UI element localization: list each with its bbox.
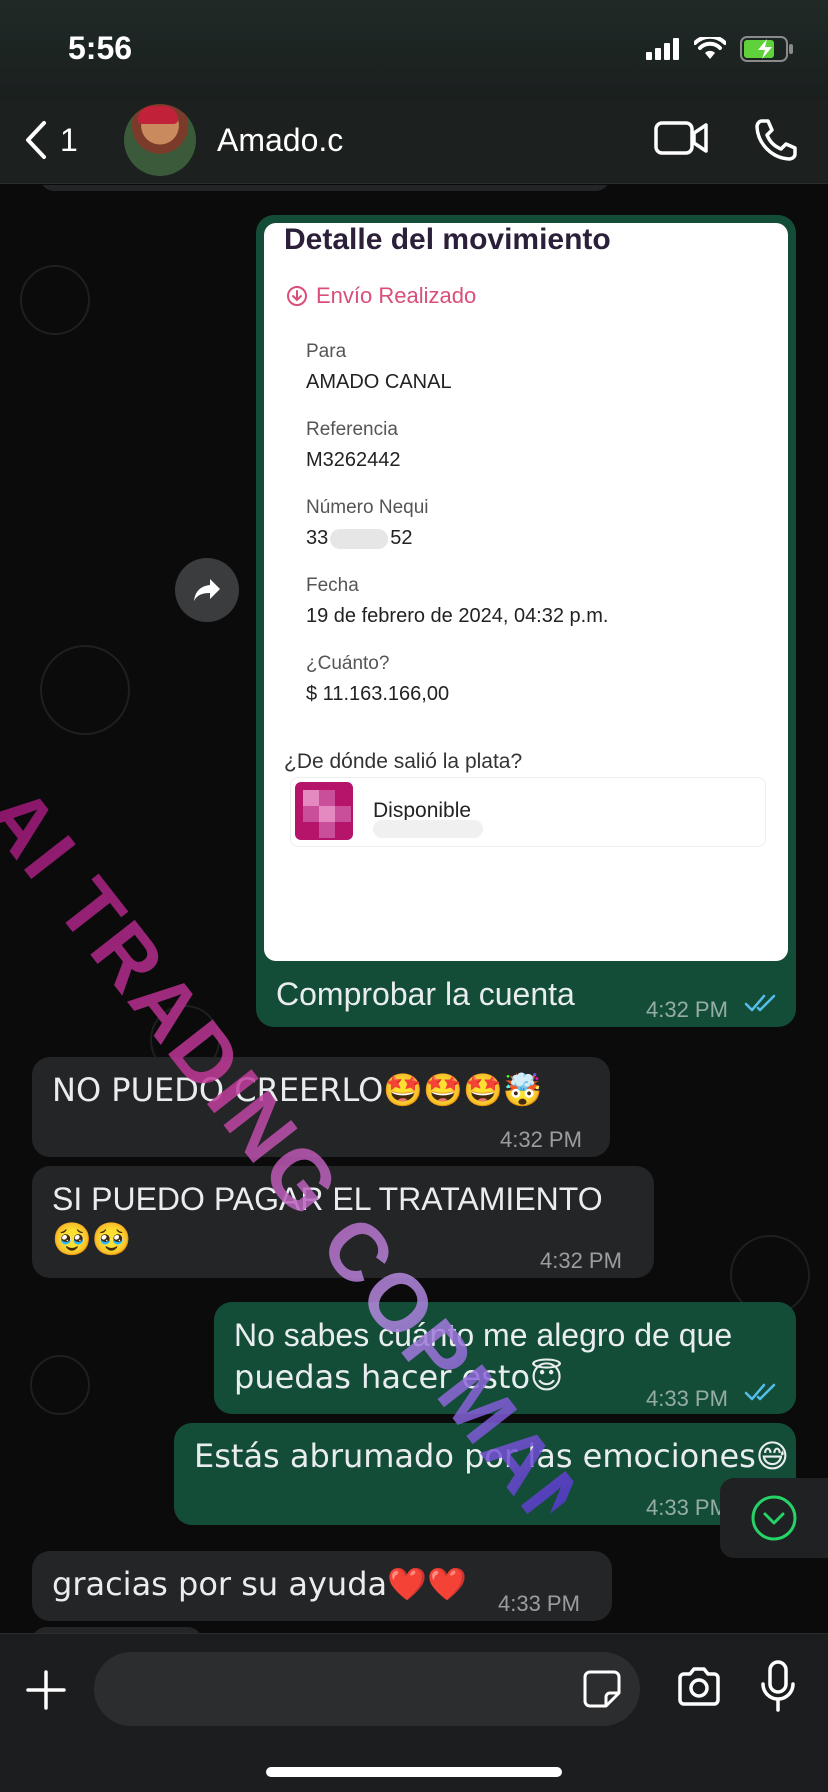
camera-icon[interactable] <box>676 1666 722 1708</box>
scroll-to-bottom-button[interactable] <box>720 1478 828 1558</box>
message-text-line2: puedas hacer esto😇 <box>234 1358 564 1396</box>
forward-icon <box>194 579 220 601</box>
incoming-message[interactable]: NO PUEDO CREERLO🤩🤩🤩🤯 4:32 PM <box>32 1057 610 1157</box>
chevron-down-circle-icon <box>751 1495 797 1541</box>
receipt-status-text: Envío Realizado <box>316 283 477 308</box>
header-actions <box>654 118 798 162</box>
receipt-value-para: AMADO CANAL <box>306 371 452 393</box>
message-text: SI PUEDO PAGAR EL TRATAMIENTO <box>52 1181 603 1217</box>
message-time: 4:32 PM <box>646 997 728 1022</box>
outgoing-message[interactable]: Estás abrumado por las emociones😅 4:33 P… <box>174 1423 796 1525</box>
status-time: 5:56 <box>68 30 133 66</box>
message-time: 4:33 PM <box>498 1591 580 1616</box>
message-time: 4:33 PM <box>646 1386 728 1411</box>
message-text-line2: 🥹🥹 <box>52 1220 132 1258</box>
image-message[interactable]: Detalle del movimiento Envío Realizado P… <box>256 215 796 1027</box>
redacted-blur <box>373 820 483 838</box>
wallpaper-doodle <box>40 645 130 735</box>
source-account-card: Disponible <box>290 777 766 847</box>
message-text: Estás abrumado por las emociones😅 <box>194 1437 790 1475</box>
redacted-blur <box>330 528 389 549</box>
receipt-value-fecha: 19 de febrero de 2024, 04:32 p.m. <box>306 605 609 627</box>
message-text: Comprobar la cuenta <box>276 976 575 1012</box>
message-input[interactable] <box>94 1652 640 1726</box>
read-ticks-icon <box>744 1383 776 1401</box>
receipt-numero-prefix: 33 <box>306 527 329 549</box>
incoming-message[interactable]: SI PUEDO PAGAR EL TRATAMIENTO 🥹🥹 4:32 PM <box>32 1166 654 1278</box>
message-text: NO PUEDO CREERLO🤩🤩🤩🤯 <box>52 1071 543 1109</box>
sticker-icon[interactable] <box>582 1669 622 1709</box>
message-time: 4:32 PM <box>500 1127 582 1152</box>
chevron-left-icon <box>26 121 46 159</box>
outgoing-message[interactable]: No sabes cuánto me alegro de que puedas … <box>214 1302 796 1414</box>
wifi-icon <box>694 37 726 59</box>
chat-area[interactable]: Detalle del movimiento Envío Realizado P… <box>0 185 828 1633</box>
message-time: 4:33 PM <box>646 1495 728 1520</box>
receipt-numero-suffix: 52 <box>390 527 413 549</box>
receipt-value-numero: 33 52 <box>306 517 413 559</box>
status-icons <box>646 36 794 62</box>
read-ticks-icon <box>744 994 776 1012</box>
back-button[interactable]: 1 <box>24 120 78 160</box>
wallpaper-doodle <box>30 1355 90 1415</box>
unread-count: 1 <box>60 121 78 158</box>
receipt-value-referencia: M3262442 <box>306 449 401 471</box>
status-bar: 5:56 <box>0 0 828 100</box>
message-text: No sabes cuánto me alegro de que <box>234 1317 733 1353</box>
message-time: 4:32 PM <box>540 1248 622 1273</box>
incoming-message[interactable]: gracias por su ayuda❤️❤️ 4:33 PM <box>32 1551 612 1621</box>
contact-avatar[interactable] <box>124 104 196 176</box>
battery-charging-icon <box>740 36 793 62</box>
message-text: gracias por su ayuda❤️❤️ <box>52 1565 467 1603</box>
phone-icon[interactable] <box>754 118 798 162</box>
plus-icon[interactable] <box>26 1670 66 1710</box>
composer-bar <box>0 1633 828 1792</box>
contact-name[interactable]: Amado.c <box>217 122 343 159</box>
arrow-down-circle-icon <box>287 286 307 306</box>
cellular-signal-icon <box>646 38 679 60</box>
receipt-value-cuanto: $ 11.163.166,00 <box>306 683 450 705</box>
wallpaper-doodle <box>20 265 90 335</box>
chat-header: 1 Amado.c <box>0 100 828 184</box>
receipt-image[interactable]: Detalle del movimiento Envío Realizado P… <box>264 223 788 961</box>
receipt-status: Envío Realizado <box>286 275 476 317</box>
nequi-logo-icon <box>295 782 353 840</box>
receipt-title: Detalle del movimiento <box>284 223 611 256</box>
previous-message-edge <box>40 185 610 191</box>
home-indicator <box>266 1767 562 1777</box>
video-camera-icon[interactable] <box>654 118 708 158</box>
forward-button[interactable] <box>175 558 239 622</box>
microphone-icon[interactable] <box>760 1660 796 1714</box>
